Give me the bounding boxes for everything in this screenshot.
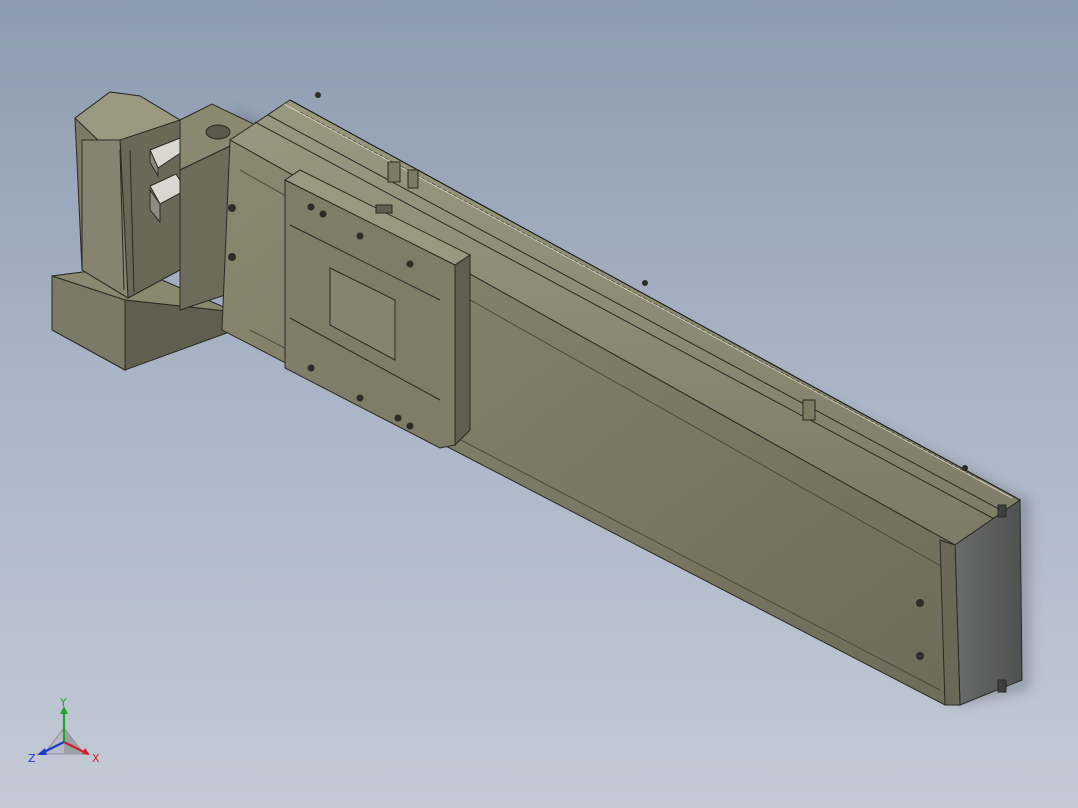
z-axis-label: Z [28,752,36,765]
y-axis-label: Y [59,696,67,709]
x-axis-label: X [92,752,100,765]
motor-body [74,91,189,299]
orientation-triad[interactable]: X Y Z [22,692,106,772]
linear-actuator-model[interactable] [0,0,1078,808]
graphics-viewport[interactable]: X Y Z [0,0,1078,808]
rail-body [221,92,1021,706]
